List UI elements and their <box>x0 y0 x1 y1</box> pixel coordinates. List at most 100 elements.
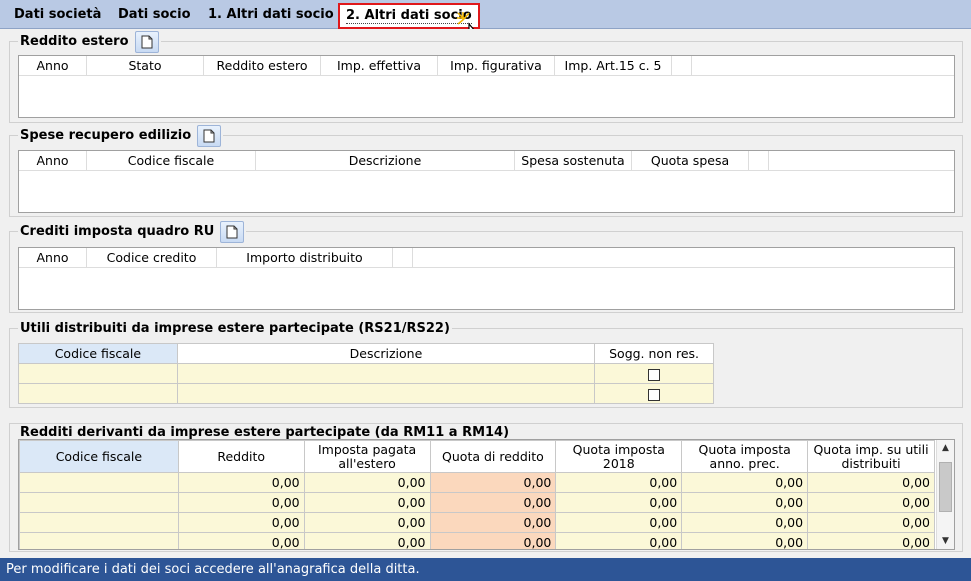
column-header[interactable]: Anno <box>19 151 87 171</box>
column-header[interactable]: Sogg. non res. <box>594 343 714 364</box>
new-document-button[interactable] <box>220 221 245 243</box>
grid-spese-recupero[interactable]: Anno Codice fiscale Descrizione Spesa so… <box>18 150 955 213</box>
imposta-pagata-cell[interactable]: 0,00 <box>303 492 431 513</box>
codice-fiscale-cell[interactable] <box>19 512 179 533</box>
tab-dati-societa[interactable]: Dati società <box>8 5 107 27</box>
group-title: Spese recupero edilizio <box>18 125 224 147</box>
descrizione-cell[interactable] <box>176 383 596 404</box>
column-header-spacer <box>672 56 692 76</box>
document-icon <box>203 129 215 143</box>
codice-fiscale-cell[interactable] <box>19 532 179 549</box>
column-header[interactable]: Descrizione <box>256 151 515 171</box>
document-icon <box>226 225 238 239</box>
section-title: Reddito estero <box>20 34 129 49</box>
section-title: Spese recupero edilizio <box>20 128 192 143</box>
reddito-cell[interactable]: 0,00 <box>177 492 305 513</box>
quota-imposta-2018-cell[interactable]: 0,00 <box>555 532 683 549</box>
codice-fiscale-cell[interactable] <box>18 383 178 404</box>
sogg-non-res-checkbox[interactable] <box>648 388 661 401</box>
grid-redditi-derivanti[interactable]: Codice fiscale Reddito Imposta pagata al… <box>18 439 955 550</box>
imposta-pagata-cell[interactable]: 0,00 <box>303 532 431 549</box>
tab-label: 2. Altri dati socio <box>346 8 472 24</box>
column-header[interactable]: Reddito <box>177 440 305 473</box>
group-crediti-imposta-ru: Crediti imposta quadro RU Anno Codice cr… <box>9 221 963 313</box>
sogg-non-res-cell <box>594 383 714 404</box>
descrizione-cell[interactable] <box>176 363 596 384</box>
reddito-cell[interactable]: 0,00 <box>177 532 305 549</box>
group-reddito-estero: Reddito estero Anno Stato Reddito estero… <box>9 31 963 123</box>
imposta-pagata-cell[interactable]: 0,00 <box>303 512 431 533</box>
main-content: Reddito estero Anno Stato Reddito estero… <box>0 29 971 558</box>
quota-imposta-anno-prec-cell[interactable]: 0,00 <box>681 532 809 549</box>
new-document-button[interactable] <box>134 31 159 53</box>
codice-fiscale-cell[interactable] <box>19 472 179 493</box>
column-header[interactable]: Imp. figurativa <box>438 56 555 76</box>
column-header[interactable]: Importo distribuito <box>217 248 393 268</box>
column-header[interactable]: Codice fiscale <box>18 343 178 364</box>
group-spese-recupero-edilizio: Spese recupero edilizio Anno Codice fisc… <box>9 125 963 217</box>
column-header[interactable]: Reddito estero <box>204 56 321 76</box>
quota-imposta-2018-cell[interactable]: 0,00 <box>555 472 683 493</box>
column-header[interactable]: Spesa sostenuta <box>515 151 632 171</box>
scroll-up-icon[interactable]: ▲ <box>937 440 954 456</box>
quota-imposta-2018-cell[interactable]: 0,00 <box>555 512 683 533</box>
sogg-non-res-checkbox[interactable] <box>648 368 661 381</box>
grid-header: Anno Codice credito Importo distribuito <box>19 248 954 268</box>
quota-imposta-2018-cell[interactable]: 0,00 <box>555 492 683 513</box>
table-row <box>18 383 714 404</box>
column-header[interactable]: Imp. Art.15 c. 5 <box>555 56 672 76</box>
column-header[interactable]: Imposta pagata all'estero <box>303 440 431 473</box>
reddito-cell[interactable]: 0,00 <box>177 512 305 533</box>
tab-dati-socio[interactable]: Dati socio <box>112 5 197 27</box>
grid-crediti-ru[interactable]: Anno Codice credito Importo distribuito <box>18 247 955 310</box>
column-header[interactable]: Quota imposta anno. prec. <box>681 440 809 473</box>
column-header[interactable]: Quota di reddito <box>429 440 557 473</box>
new-document-button[interactable] <box>197 125 222 147</box>
vertical-scrollbar[interactable]: ▲ ▼ <box>936 440 954 549</box>
column-header[interactable]: Anno <box>19 248 87 268</box>
sogg-non-res-cell <box>594 363 714 384</box>
codice-fiscale-cell[interactable] <box>19 492 179 513</box>
column-header[interactable]: Stato <box>87 56 204 76</box>
group-title: Crediti imposta quadro RU <box>18 221 247 243</box>
table-redditi-derivanti: Codice fiscale Reddito Imposta pagata al… <box>19 440 935 549</box>
grid-header: Anno Codice fiscale Descrizione Spesa so… <box>19 151 954 171</box>
table-utili-distribuiti[interactable]: Codice fiscale Descrizione Sogg. non res… <box>18 343 714 404</box>
group-title: Reddito estero <box>18 31 161 53</box>
table-row: 0,00 0,00 0,00 0,00 0,00 0,00 <box>19 492 935 513</box>
group-utili-distribuiti: Utili distribuiti da imprese estere part… <box>9 319 963 408</box>
column-header[interactable]: Codice fiscale <box>19 440 179 473</box>
scroll-down-icon[interactable]: ▼ <box>937 533 954 549</box>
section-title: Crediti imposta quadro RU <box>20 224 215 239</box>
quota-imposta-anno-prec-cell[interactable]: 0,00 <box>681 492 809 513</box>
scrollbar-thumb[interactable] <box>939 462 952 512</box>
quota-imposta-anno-prec-cell[interactable]: 0,00 <box>681 512 809 533</box>
grid-reddito-estero[interactable]: Anno Stato Reddito estero Imp. effettiva… <box>18 55 955 118</box>
table-row <box>18 363 714 384</box>
column-header[interactable]: Imp. effettiva <box>321 56 438 76</box>
codice-fiscale-cell[interactable] <box>18 363 178 384</box>
quota-reddito-cell[interactable]: 0,00 <box>429 512 557 533</box>
group-redditi-derivanti: Redditi derivanti da imprese estere part… <box>9 423 963 552</box>
column-header[interactable]: Quota spesa <box>632 151 749 171</box>
quota-reddito-cell[interactable]: 0,00 <box>429 532 557 549</box>
column-header[interactable]: Quota imp. su utili distribuiti <box>807 440 935 473</box>
column-header[interactable]: Quota imposta 2018 <box>555 440 683 473</box>
quota-reddito-cell[interactable]: 0,00 <box>429 472 557 493</box>
status-bar: Per modificare i dati dei soci accedere … <box>0 558 971 581</box>
quota-imposta-anno-prec-cell[interactable]: 0,00 <box>681 472 809 493</box>
imposta-pagata-cell[interactable]: 0,00 <box>303 472 431 493</box>
column-header[interactable]: Anno <box>19 56 87 76</box>
column-header[interactable]: Codice credito <box>87 248 217 268</box>
quota-imp-utili-cell[interactable]: 0,00 <box>807 492 935 513</box>
table-row: 0,00 0,00 0,00 0,00 0,00 0,00 <box>19 532 935 549</box>
tab-altri-dati-socio-1[interactable]: 1. Altri dati socio <box>202 5 340 27</box>
quota-imp-utili-cell[interactable]: 0,00 <box>807 532 935 549</box>
column-header[interactable]: Descrizione <box>176 343 596 364</box>
column-header[interactable]: Codice fiscale <box>87 151 256 171</box>
quota-imp-utili-cell[interactable]: 0,00 <box>807 472 935 493</box>
quota-imp-utili-cell[interactable]: 0,00 <box>807 512 935 533</box>
reddito-cell[interactable]: 0,00 <box>177 472 305 493</box>
quota-reddito-cell[interactable]: 0,00 <box>429 492 557 513</box>
group-title: Utili distribuiti da imprese estere part… <box>18 319 452 339</box>
